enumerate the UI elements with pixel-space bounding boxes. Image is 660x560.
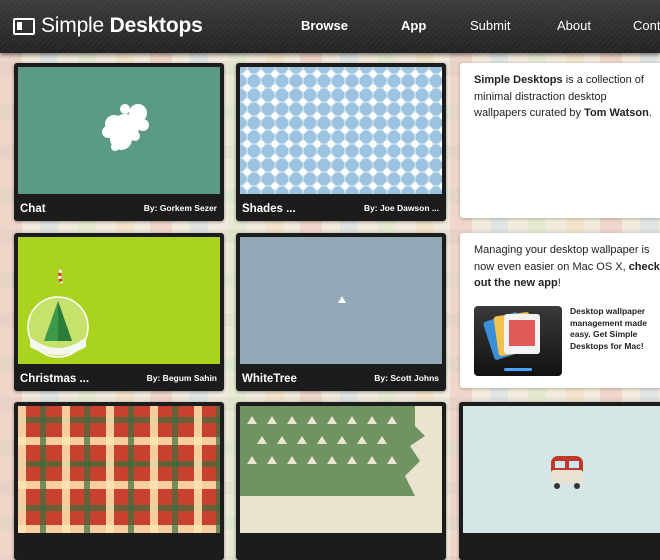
- white-tree-graphic: [338, 296, 346, 303]
- card-author[interactable]: By: Gorkem Sezer: [144, 203, 217, 213]
- card-author[interactable]: By: Begum Sahin: [147, 373, 217, 383]
- author-link[interactable]: Tom Watson: [584, 107, 649, 119]
- wallpaper-thumbnail[interactable]: [240, 67, 442, 194]
- app-stack-icon: [483, 312, 540, 371]
- site-logo[interactable]: Simple Desktops: [13, 13, 203, 39]
- about-text: Simple Desktops is a collection of minim…: [474, 74, 652, 119]
- wallpaper-thumbnail[interactable]: [240, 406, 442, 533]
- wallpaper-thumbnail[interactable]: [18, 406, 220, 533]
- card-title[interactable]: WhiteTree: [242, 373, 297, 385]
- tree-pattern-graphic: [240, 406, 425, 496]
- wallpaper-card-shades[interactable]: Shades ... By: Joe Dawson ...: [236, 63, 446, 221]
- nav-browse-link[interactable]: Browse: [301, 18, 348, 33]
- nav-submit-link[interactable]: Submit: [470, 18, 510, 33]
- wallpaper-thumbnail[interactable]: [240, 237, 442, 364]
- card-title[interactable]: Christmas ...: [20, 373, 89, 385]
- nav-about-link[interactable]: About: [557, 18, 591, 33]
- nav-app-link[interactable]: App: [401, 18, 426, 33]
- card-author[interactable]: By: Scott Johns: [374, 373, 439, 383]
- wallpaper-card-whitetree[interactable]: WhiteTree By: Scott Johns: [236, 233, 446, 391]
- app-promo-text: Managing your desktop wallpaper is now e…: [474, 244, 660, 289]
- chat-bubbles-graphic: [102, 104, 149, 151]
- wallpaper-card-van[interactable]: [459, 402, 660, 560]
- top-navigation-bar: Simple Desktops Browse App Submit About …: [0, 0, 660, 53]
- card-author[interactable]: By: Joe Dawson ...: [364, 203, 439, 213]
- wallpaper-card-christmas[interactable]: Christmas ... By: Begum Sahin: [14, 233, 224, 391]
- van-graphic: [551, 456, 583, 489]
- wallpaper-card-plaid[interactable]: [14, 402, 224, 560]
- wallpaper-thumbnail[interactable]: [18, 67, 220, 194]
- wallpaper-thumbnail[interactable]: [463, 406, 660, 533]
- wallpaper-card-chat[interactable]: Chat By: Gorkem Sezer: [14, 63, 224, 221]
- promo-caption[interactable]: Desktop wallpaper management made easy. …: [570, 306, 656, 352]
- card-title[interactable]: Shades ...: [242, 203, 296, 215]
- app-screenshot-icon[interactable]: [474, 306, 562, 376]
- card-title[interactable]: Chat: [20, 203, 46, 215]
- wallpaper-thumbnail[interactable]: [18, 237, 220, 364]
- logo-text: Simple Desktops: [41, 14, 203, 37]
- monitor-icon: [13, 17, 35, 35]
- nav-contact-link[interactable]: Conta: [633, 18, 660, 33]
- ornament-graphic: [27, 269, 89, 358]
- about-box: Simple Desktops is a collection of minim…: [460, 63, 660, 218]
- wallpaper-card-trees[interactable]: [236, 402, 446, 560]
- app-promo-box: Managing your desktop wallpaper is now e…: [460, 233, 660, 388]
